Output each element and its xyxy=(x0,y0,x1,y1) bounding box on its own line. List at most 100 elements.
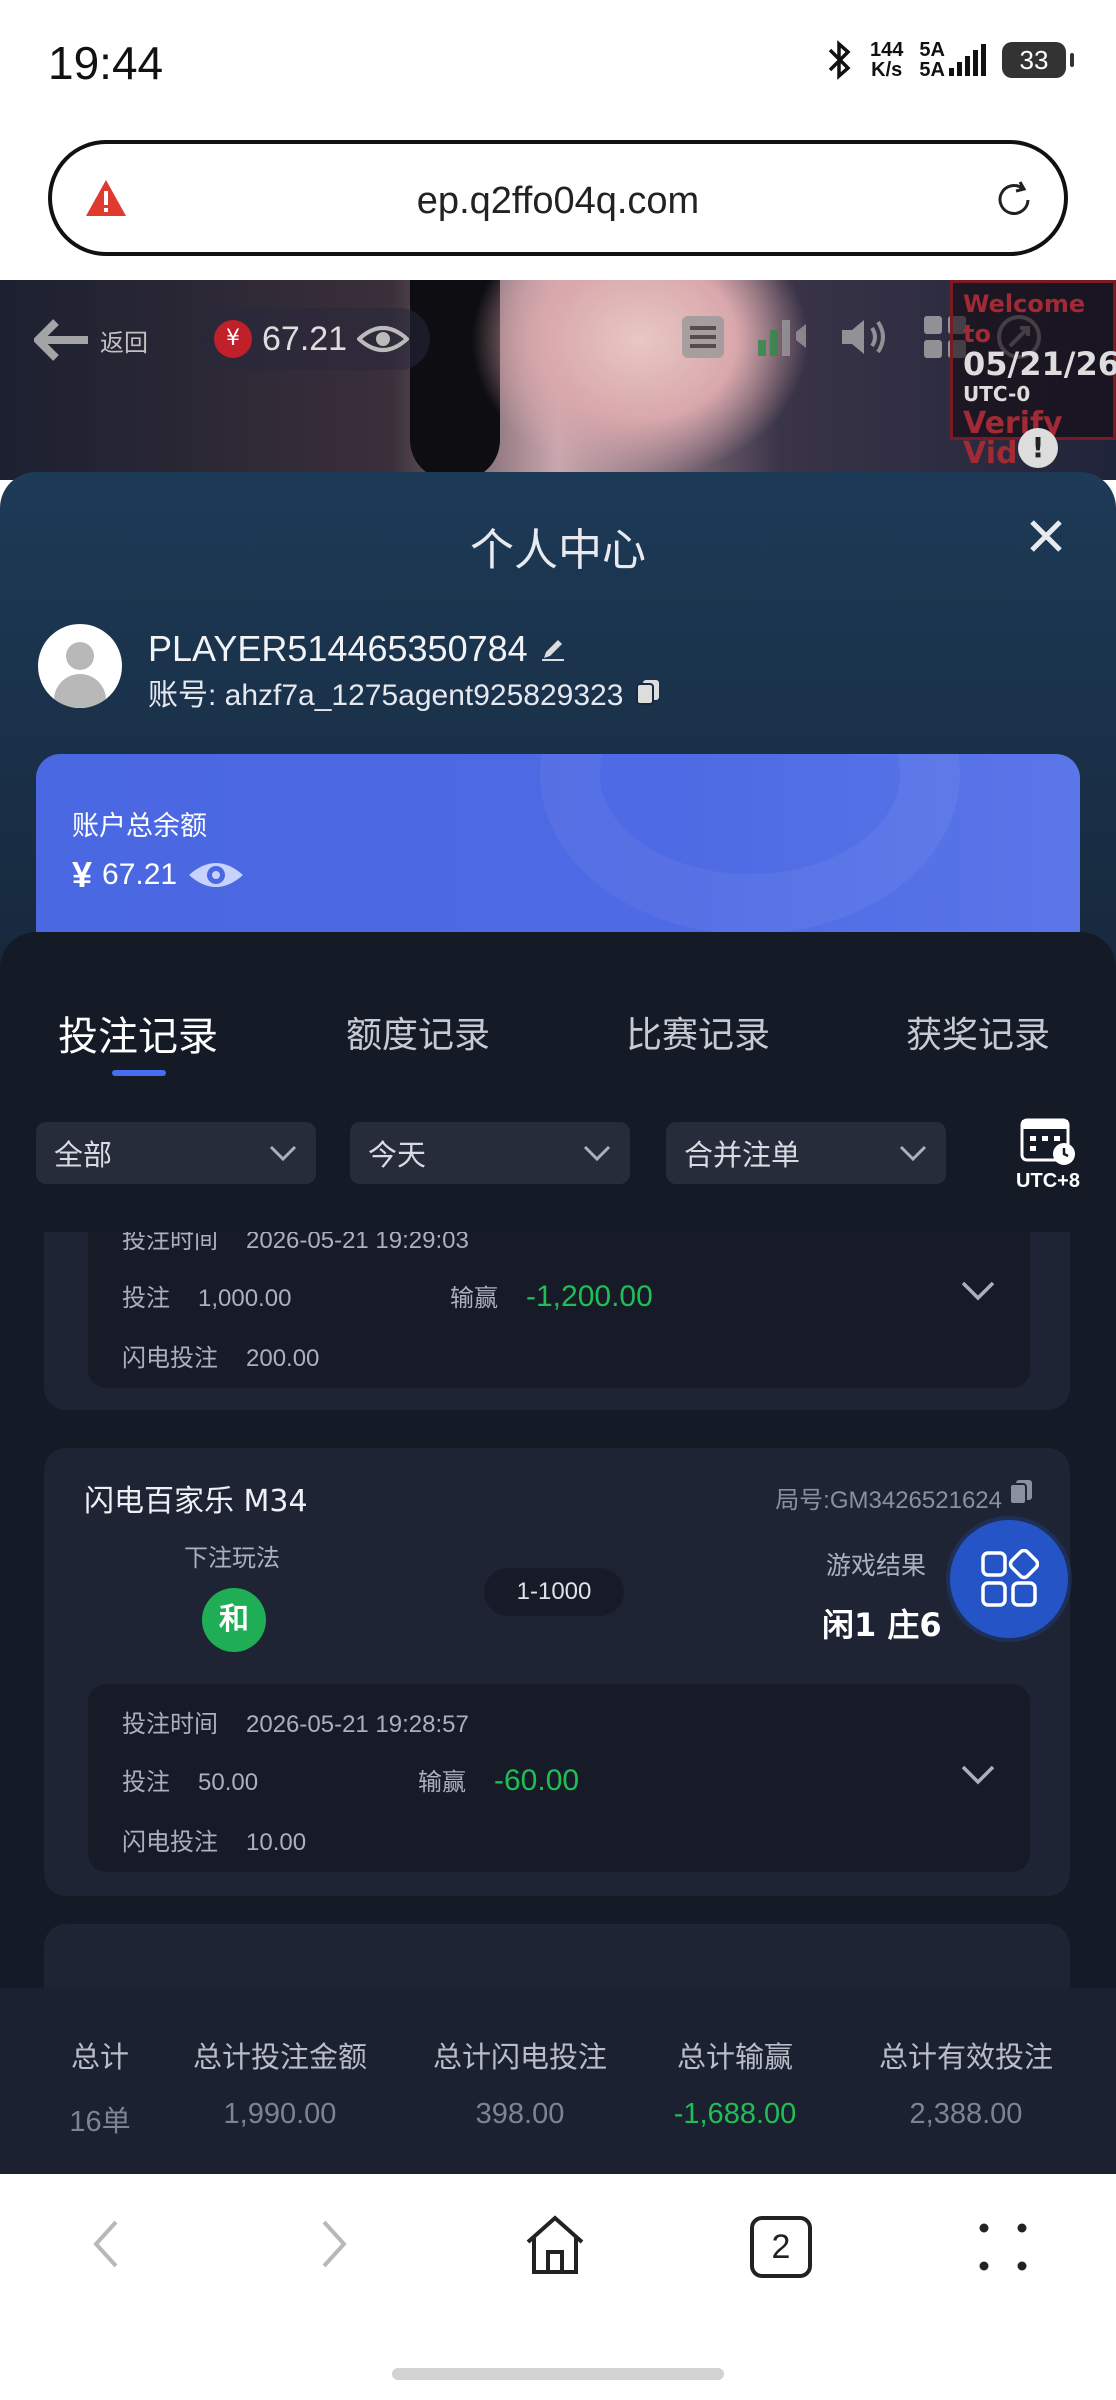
yen-icon: ¥ xyxy=(214,320,252,358)
timezone-label: UTC+8 xyxy=(1016,1170,1080,1192)
status-icons: 144 K/s 5A 5A 33 xyxy=(826,39,1074,81)
total-valid-bet-label: 总计有效投注 xyxy=(878,2040,1053,2074)
personal-center-panel: 个人中心 PLAYER514465350784 账号: ahzf7a_1275a… xyxy=(0,472,1116,2172)
home-icon[interactable] xyxy=(522,2212,588,2278)
bet-time-label: 投注时间 xyxy=(122,1232,218,1254)
timezone-calendar-button[interactable]: UTC+8 xyxy=(1008,1116,1088,1193)
tab-credit-records[interactable]: 额度记录 xyxy=(346,1006,490,1058)
balance-value-row: ¥ 67.21 xyxy=(72,854,245,896)
grid-menu-icon xyxy=(981,1549,1039,1607)
bet-record-card[interactable]: 投注时间 2026-05-21 19:29:03 投注 1,000.00 输赢 … xyxy=(44,1232,1070,1410)
filter-date-value: 今天 xyxy=(368,1138,427,1172)
edit-icon[interactable] xyxy=(540,636,566,662)
player-name: PLAYER514465350784 xyxy=(148,628,528,669)
video-figure xyxy=(470,280,810,480)
network-speed-value: 144 xyxy=(870,39,904,61)
bet-play-label: 下注玩法 xyxy=(184,1544,280,1572)
total-winloss: 总计输赢 -1,688.00 xyxy=(660,2034,810,2131)
account-id: 账号: ahzf7a_1275agent925829323 xyxy=(148,679,624,712)
total-lightning-bet: 总计闪电投注 398.00 xyxy=(420,2034,620,2131)
more-menu-icon[interactable] xyxy=(976,2220,1030,2274)
list-icon[interactable] xyxy=(680,314,726,360)
info-icon[interactable]: ! xyxy=(1018,428,1058,468)
network-speed-unit: K/s xyxy=(871,59,903,81)
back-label: 返回 xyxy=(100,328,148,357)
stats-icon[interactable] xyxy=(754,314,810,360)
lightning-bet-row: 闪电投注 200.00 xyxy=(122,1338,319,1373)
eye-icon[interactable] xyxy=(357,323,410,355)
bet-time-row: 投注时间 2026-05-21 19:29:03 xyxy=(122,1232,469,1255)
bet-time-value: 2026-05-21 19:28:57 xyxy=(246,1711,469,1738)
tab-award-records[interactable]: 获奖记录 xyxy=(906,1006,1050,1058)
gesture-home-indicator[interactable] xyxy=(392,2368,724,2380)
eye-icon[interactable] xyxy=(187,857,245,893)
calendar-clock-icon xyxy=(1020,1118,1075,1165)
url-text[interactable]: ep.q2ffo04q.com xyxy=(52,180,1064,223)
reload-icon[interactable] xyxy=(992,178,1036,222)
filter-merge-select[interactable]: 合并注单 xyxy=(666,1122,946,1184)
total-bet-amount-label: 总计投注金额 xyxy=(192,2040,367,2074)
avatar-body xyxy=(54,674,106,708)
volume-icon[interactable] xyxy=(838,314,894,360)
status-bar: 19:44 144 K/s 5A 5A 33 xyxy=(0,0,1116,130)
bluetooth-icon xyxy=(828,40,851,80)
avatar[interactable] xyxy=(38,624,122,708)
game-result-value: 闲1 庄6 xyxy=(822,1606,942,1644)
bet-label: 投注 xyxy=(122,1768,170,1796)
bet-record-card[interactable] xyxy=(44,1924,1070,1992)
welcome-line-2: 05/21/26 xyxy=(963,345,1116,383)
currency-symbol: ¥ xyxy=(72,854,93,895)
chevron-down-icon xyxy=(269,1145,297,1162)
bet-record-detail: 投注时间 2026-05-21 19:29:03 投注 1,000.00 输赢 … xyxy=(88,1232,1030,1388)
filter-date-select[interactable]: 今天 xyxy=(350,1122,630,1184)
back-icon[interactable] xyxy=(86,2214,126,2274)
chevron-down-icon[interactable] xyxy=(960,1764,996,1786)
lightning-bet-value: 10.00 xyxy=(246,1829,307,1856)
panel-title: 个人中心 xyxy=(470,525,646,576)
floating-menu-button[interactable] xyxy=(950,1520,1068,1638)
player-name-row: PLAYER514465350784 xyxy=(148,628,566,670)
filter-type-value: 全部 xyxy=(54,1138,113,1172)
signal-bars-icon xyxy=(949,44,986,76)
total-lightning-bet-value: 398.00 xyxy=(475,2098,565,2130)
account-row: 账号: ahzf7a_1275agent925829323 xyxy=(148,670,661,714)
close-icon[interactable] xyxy=(1028,518,1064,554)
bet-label: 投注 xyxy=(122,1284,170,1312)
balance-value: 67.21 xyxy=(102,858,178,891)
balance-card: 账户总余额 ¥ 67.21 xyxy=(36,754,1080,954)
lightning-bet-label: 闪电投注 xyxy=(122,1828,218,1856)
copy-icon[interactable] xyxy=(635,678,661,706)
active-tab-indicator xyxy=(112,1070,166,1076)
chevron-down-icon[interactable] xyxy=(960,1280,996,1302)
close-button[interactable] xyxy=(1028,510,1064,566)
tab-bet-records[interactable]: 投注记录 xyxy=(58,1004,218,1062)
battery-icon: 33 xyxy=(1002,42,1074,78)
game-name: 闪电百家乐 M34 xyxy=(84,1484,308,1519)
avatar-head xyxy=(66,642,94,670)
browser-nav-bar: 2 xyxy=(0,2174,1116,2400)
tab-match-records[interactable]: 比赛记录 xyxy=(626,1006,770,1058)
copy-icon[interactable] xyxy=(1008,1478,1034,1506)
bet-amount-row: 投注 50.00 输赢 -60.00 xyxy=(122,1762,579,1798)
address-bar[interactable]: ep.q2ffo04q.com xyxy=(48,140,1068,256)
total-count-label: 总计 xyxy=(70,2040,129,2074)
signal-label-2: 5A xyxy=(919,59,945,81)
back-button[interactable]: 返回 xyxy=(34,318,148,362)
total-count-value: 16单 xyxy=(69,2106,131,2138)
bet-record-card[interactable]: 闪电百家乐 M34 局号:GM3426521624 下注玩法 和 1-1000 … xyxy=(44,1448,1070,1896)
bet-limit-badge: 1-1000 xyxy=(484,1568,624,1616)
totals-bar: 总计 16单 总计投注金额 1,990.00 总计闪电投注 398.00 总计输… xyxy=(0,1988,1116,2174)
verify-video-overlay: Welcome to 05/21/26 UTC-0 Verify Vid xyxy=(950,280,1116,469)
bet-amount-row: 投注 1,000.00 输赢 -1,200.00 xyxy=(122,1278,653,1314)
winloss-label: 输赢 xyxy=(418,1768,466,1796)
signal-label-1: 5A xyxy=(919,39,945,61)
forward-icon[interactable] xyxy=(314,2214,354,2274)
tabs-count-button[interactable]: 2 xyxy=(750,2216,812,2278)
total-winloss-label: 总计输赢 xyxy=(676,2040,793,2074)
balance-card-decoration xyxy=(540,754,960,934)
network-speed: 144 K/s xyxy=(870,40,903,80)
filter-type-select[interactable]: 全部 xyxy=(36,1122,316,1184)
video-balance-value: 67.21 xyxy=(262,319,348,358)
bet-record-list: 投注时间 2026-05-21 19:29:03 投注 1,000.00 输赢 … xyxy=(0,1232,1116,1992)
lightning-bet-row: 闪电投注 10.00 xyxy=(122,1822,306,1857)
